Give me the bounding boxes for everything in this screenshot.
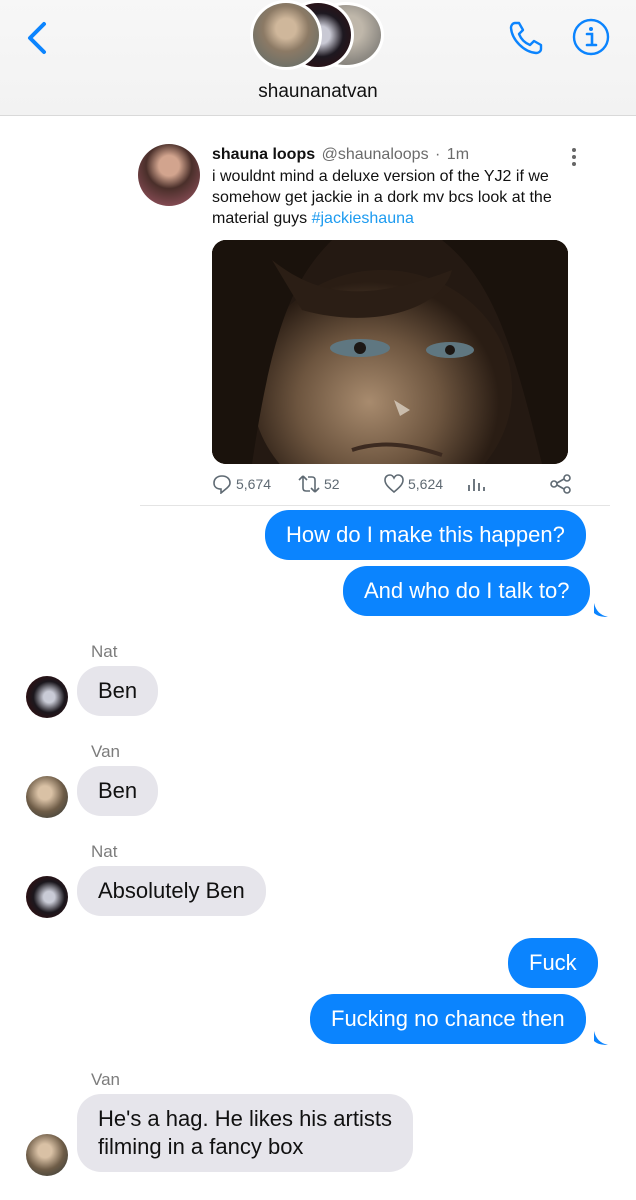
received-message[interactable]: Ben bbox=[77, 766, 159, 816]
nat-avatar[interactable] bbox=[26, 676, 68, 718]
sent-message[interactable]: And who do I talk to? bbox=[343, 566, 591, 616]
sender-name: Van bbox=[91, 742, 120, 761]
received-message[interactable]: Ben bbox=[77, 666, 159, 716]
reply-icon bbox=[213, 475, 231, 494]
tweet-image[interactable] bbox=[212, 240, 568, 464]
sent-message[interactable]: Fuck bbox=[508, 938, 598, 988]
reply-count: 5,674 bbox=[236, 476, 272, 492]
tweet-hashtag[interactable]: #jackieshauna bbox=[312, 210, 414, 227]
message-line: He's a hag. He likes his artists bbox=[98, 1106, 392, 1131]
bubble-tail bbox=[594, 603, 608, 617]
analytics-action[interactable] bbox=[466, 474, 486, 494]
phone-icon bbox=[509, 21, 543, 55]
tweet-more-button[interactable] bbox=[566, 146, 582, 168]
van-avatar[interactable] bbox=[26, 776, 68, 818]
received-message[interactable]: He's a hag. He likes his artists filming… bbox=[77, 1094, 413, 1172]
tweet-actions: 5,674 52 5,624 bbox=[212, 474, 572, 496]
sender-name: Van bbox=[91, 1070, 120, 1089]
chat-header: shaunanatvan bbox=[0, 0, 636, 116]
more-vertical-icon bbox=[572, 148, 576, 166]
tweet-text: i wouldnt mind a deluxe version of the Y… bbox=[212, 166, 607, 229]
received-message[interactable]: Absolutely Ben bbox=[77, 866, 266, 916]
back-button[interactable] bbox=[22, 18, 52, 58]
sender-name: Nat bbox=[91, 642, 118, 661]
group-avatars[interactable] bbox=[248, 0, 388, 70]
tweet-photo bbox=[212, 240, 568, 464]
share-icon bbox=[550, 474, 571, 494]
info-icon bbox=[572, 18, 610, 56]
like-action[interactable]: 5,624 bbox=[384, 474, 443, 494]
nat-avatar[interactable] bbox=[26, 876, 68, 918]
heart-icon bbox=[384, 474, 404, 494]
van-avatar[interactable] bbox=[26, 1134, 68, 1176]
tweet-author-name[interactable]: shauna loops bbox=[212, 146, 315, 163]
sent-message[interactable]: Fucking no chance then bbox=[310, 994, 586, 1044]
tweet-time: 1m bbox=[446, 146, 470, 163]
tweet-header: shauna loops @shaunaloops · 1m bbox=[212, 146, 469, 164]
analytics-icon bbox=[468, 479, 485, 491]
info-button[interactable] bbox=[572, 18, 610, 56]
chat-title[interactable]: shaunanatvan bbox=[0, 81, 636, 103]
bubble-tail bbox=[594, 1031, 608, 1045]
group-avatar-1 bbox=[250, 0, 322, 70]
chevron-left-icon bbox=[28, 22, 46, 54]
embedded-tweet[interactable]: shauna loops @shaunaloops · 1m i wouldnt… bbox=[138, 132, 610, 506]
retweet-icon bbox=[298, 475, 320, 493]
share-action[interactable] bbox=[550, 474, 572, 494]
sender-name: Nat bbox=[91, 842, 118, 861]
sent-message[interactable]: How do I make this happen? bbox=[265, 510, 586, 560]
tweet-author-avatar[interactable] bbox=[138, 144, 200, 206]
retweet-action[interactable]: 52 bbox=[298, 474, 340, 494]
reply-action[interactable]: 5,674 bbox=[212, 474, 271, 494]
like-count: 5,624 bbox=[408, 476, 444, 492]
message-line: filming in a fancy box bbox=[98, 1134, 304, 1159]
call-button[interactable] bbox=[506, 18, 546, 58]
tweet-separator: · bbox=[435, 146, 441, 163]
tweet-handle[interactable]: @shaunaloops bbox=[322, 146, 429, 163]
retweet-count: 52 bbox=[324, 476, 340, 492]
